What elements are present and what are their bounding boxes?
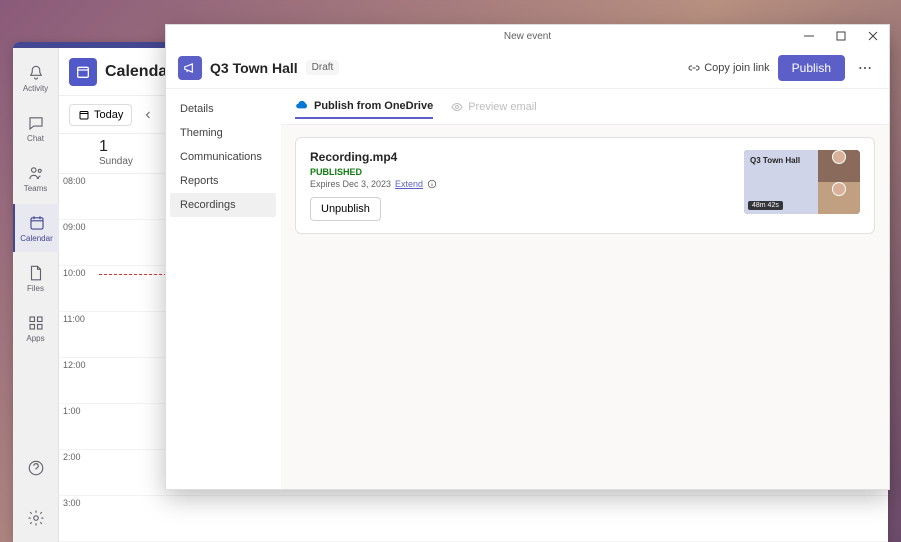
bell-icon [27, 64, 45, 82]
rail-item-teams[interactable]: Teams [13, 154, 59, 202]
minimize-button[interactable] [793, 25, 825, 47]
calendar-small-icon [78, 109, 90, 121]
recording-status: PUBLISHED [310, 167, 732, 177]
tab-label: Publish from OneDrive [314, 100, 433, 112]
copy-link-label: Copy join link [704, 62, 769, 74]
draft-badge: Draft [306, 60, 340, 75]
tab-preview-email[interactable]: Preview email [451, 97, 536, 117]
sidebar-item-reports[interactable]: Reports [170, 169, 276, 193]
rail-label: Files [27, 284, 44, 293]
left-rail: Activity Chat Teams Calendar Files Apps [13, 48, 59, 542]
time-label: 09:00 [59, 220, 99, 265]
chat-icon [27, 114, 45, 132]
thumbnail-title: Q3 Town Hall [750, 156, 812, 166]
rail-item-help[interactable] [13, 444, 59, 492]
modal-sidebar: Details Theming Communications Reports R… [166, 89, 281, 489]
rail-label: Calendar [20, 234, 52, 243]
maximize-button[interactable] [825, 25, 857, 47]
tab-label: Preview email [468, 101, 536, 113]
calendar-app-icon [69, 58, 97, 86]
rail-item-activity[interactable]: Activity [13, 54, 59, 102]
sidebar-item-theming[interactable]: Theming [170, 121, 276, 145]
thumbnail-duration: 48m 42s [748, 201, 783, 210]
rail-item-settings[interactable] [13, 494, 59, 542]
rail-item-apps[interactable]: Apps [13, 304, 59, 352]
today-button[interactable]: Today [69, 104, 132, 126]
rail-item-calendar[interactable]: Calendar [13, 204, 59, 252]
event-title: Q3 Town Hall [210, 60, 298, 76]
minimize-icon [804, 31, 814, 41]
time-label: 10:00 [59, 266, 99, 311]
eye-icon [451, 101, 463, 113]
rail-item-files[interactable]: Files [13, 254, 59, 302]
modal-titlebar: New event [166, 25, 889, 47]
window-controls [793, 25, 889, 47]
chevron-left-icon [142, 109, 154, 121]
time-label: 12:00 [59, 358, 99, 403]
rail-label: Apps [26, 334, 44, 343]
modal-content: Publish from OneDrive Preview email Reco… [281, 89, 889, 489]
info-icon [427, 179, 437, 189]
teams-icon [27, 164, 45, 182]
recording-thumbnail[interactable]: Q3 Town Hall 48m 42s [744, 150, 860, 214]
time-label: 2:00 [59, 450, 99, 495]
recording-filename: Recording.mp4 [310, 150, 732, 164]
more-options-button[interactable] [853, 56, 877, 80]
sidebar-item-communications[interactable]: Communications [170, 145, 276, 169]
expiry-text: Expires Dec 3, 2023 [310, 179, 391, 189]
today-label: Today [94, 109, 123, 121]
close-button[interactable] [857, 25, 889, 47]
close-icon [868, 31, 878, 41]
cloud-icon [295, 99, 309, 113]
megaphone-icon [183, 61, 197, 75]
unpublish-button[interactable]: Unpublish [310, 197, 381, 221]
rail-label: Activity [23, 84, 48, 93]
calendar-title: Calendar [105, 63, 173, 81]
recording-expiry: Expires Dec 3, 2023 Extend [310, 179, 732, 189]
gear-icon [27, 509, 45, 527]
rail-item-chat[interactable]: Chat [13, 104, 59, 152]
sidebar-item-recordings[interactable]: Recordings [170, 193, 276, 217]
files-icon [27, 264, 45, 282]
event-modal: New event Q3 Town Hall Draft Copy join l… [165, 24, 890, 490]
time-label: 1:00 [59, 404, 99, 449]
time-label: 08:00 [59, 174, 99, 219]
thumbnail-participant [818, 150, 860, 182]
apps-icon [27, 314, 45, 332]
thumbnail-participant [818, 182, 860, 214]
rail-label: Teams [24, 184, 48, 193]
content-tabs: Publish from OneDrive Preview email [281, 89, 889, 125]
modal-window-title: New event [504, 31, 551, 42]
more-horizontal-icon [857, 60, 873, 76]
sidebar-item-details[interactable]: Details [170, 97, 276, 121]
prev-button[interactable] [138, 105, 158, 125]
time-label: 11:00 [59, 312, 99, 357]
recording-card: Recording.mp4 PUBLISHED Expires Dec 3, 2… [295, 137, 875, 234]
event-type-icon [178, 56, 202, 80]
extend-link[interactable]: Extend [395, 179, 423, 189]
link-icon [688, 62, 700, 74]
help-icon [27, 459, 45, 477]
rail-label: Chat [27, 134, 44, 143]
copy-join-link-button[interactable]: Copy join link [688, 62, 769, 74]
publish-button[interactable]: Publish [778, 55, 845, 81]
maximize-icon [836, 31, 846, 41]
modal-header: Q3 Town Hall Draft Copy join link Publis… [166, 47, 889, 89]
time-label: 3:00 [59, 496, 99, 541]
tab-publish-onedrive[interactable]: Publish from OneDrive [295, 95, 433, 119]
calendar-icon [28, 214, 46, 232]
